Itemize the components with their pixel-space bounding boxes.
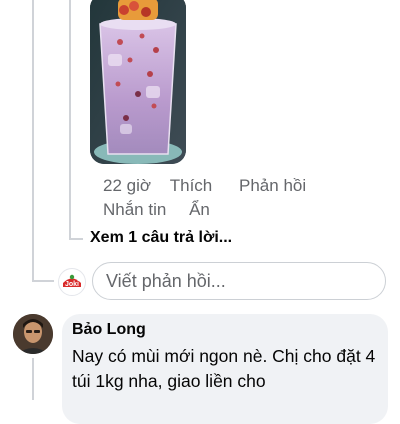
- view-replies-link[interactable]: Xem 1 câu trả lời...: [90, 229, 232, 247]
- avatar[interactable]: [13, 314, 53, 354]
- comment-photo[interactable]: [90, 0, 186, 164]
- reply-placeholder: Viết phản hồi...: [106, 271, 226, 291]
- thread-line: [32, 358, 34, 400]
- comment-author[interactable]: Bảo Long: [72, 321, 146, 339]
- reply-input[interactable]: Viết phản hồi...: [92, 262, 386, 300]
- hide-action[interactable]: Ẩn: [189, 200, 210, 219]
- thread-line: [69, 238, 83, 240]
- like-action[interactable]: Thích: [170, 174, 213, 198]
- user-photo-icon: [13, 314, 53, 354]
- comment-actions-row-2: Nhắn tin Ẩn: [103, 198, 210, 222]
- page-avatar: Joki: [58, 268, 86, 296]
- logo-text: Joki: [65, 281, 79, 288]
- thread-line: [69, 0, 71, 238]
- comment-timestamp: 22 giờ: [103, 176, 152, 195]
- joki-logo-icon: Joki: [61, 271, 83, 293]
- reply-action[interactable]: Phản hồi: [239, 174, 306, 198]
- comment-text: Nay có mùi mới ngon nè. Chị cho đặt 4 tú…: [72, 346, 376, 391]
- comment-actions: 22 giờ Thích Phản hồi: [103, 174, 306, 198]
- message-action[interactable]: Nhắn tin: [103, 200, 166, 219]
- thread-line: [32, 0, 34, 282]
- thread-line: [32, 280, 54, 282]
